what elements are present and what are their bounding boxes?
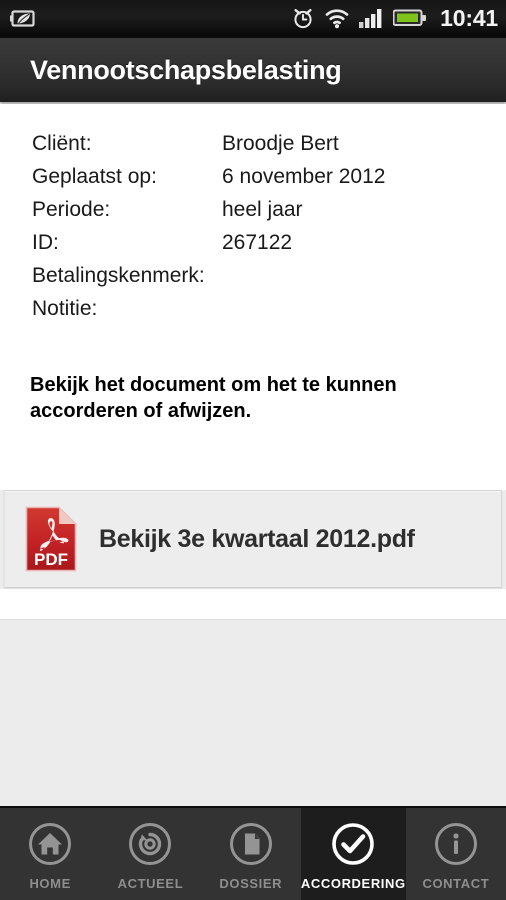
pdf-file-icon: PDF (25, 506, 77, 572)
tab-actueel[interactable]: ACTUEEL (100, 808, 200, 900)
field-value: Broodje Bert (222, 132, 339, 155)
field-row: Periode: heel jaar (32, 198, 506, 231)
home-icon (27, 821, 73, 867)
tab-contact[interactable]: CONTACT (406, 808, 506, 900)
battery-eco-icon (10, 8, 40, 29)
title-bar: Vennootschapsbelasting (0, 36, 506, 102)
content-area: Cliënt: Broodje Bert Geplaatst op: 6 nov… (0, 104, 506, 490)
document-icon (228, 821, 274, 867)
document-row[interactable]: PDF Bekijk 3e kwartaal 2012.pdf (4, 490, 502, 588)
tab-accordering[interactable]: ACCORDERING (300, 808, 406, 900)
field-label: Geplaatst op: (32, 165, 157, 188)
tab-label: CONTACT (422, 876, 490, 891)
phone-screen: 10:41 Vennootschapsbelasting Cliënt: Bro… (0, 0, 506, 900)
page-title: Vennootschapsbelasting (30, 54, 342, 85)
battery-icon (393, 8, 427, 28)
signal-bars-icon (359, 7, 384, 29)
field-label: Betalingskenmerk: (32, 264, 205, 287)
field-row: Cliënt: Broodje Bert (32, 132, 506, 165)
refresh-icon (127, 821, 173, 867)
field-label: Periode: (32, 198, 111, 221)
alarm-clock-icon (291, 6, 315, 30)
detail-fields: Cliënt: Broodje Bert Geplaatst op: 6 nov… (0, 104, 506, 330)
pdf-badge-text: PDF (34, 550, 68, 569)
field-row: ID: 267122 (32, 231, 506, 264)
field-label: Notitie: (32, 297, 98, 320)
field-label: Cliënt: (32, 132, 92, 155)
tab-home[interactable]: HOME (0, 808, 100, 900)
field-value: 6 november 2012 (222, 165, 386, 188)
field-row: Betalingskenmerk: (32, 264, 506, 297)
tab-label: DOSSIER (219, 876, 283, 891)
tab-label: HOME (29, 876, 71, 891)
tab-label: ACCORDERING (300, 876, 406, 891)
field-row: Notitie: (32, 297, 506, 330)
field-row: Geplaatst op: 6 november 2012 (32, 165, 506, 198)
page-background (0, 620, 506, 806)
status-bar: 10:41 (0, 0, 506, 36)
status-time: 10:41 (440, 4, 498, 31)
field-label: ID: (32, 231, 59, 254)
field-value: heel jaar (222, 198, 303, 221)
instruction-text: Bekijk het document om het te kunnen acc… (30, 374, 397, 423)
tab-dossier[interactable]: DOSSIER (201, 808, 301, 900)
tab-label: ACTUEEL (117, 876, 184, 891)
info-icon (433, 821, 479, 867)
bottom-tab-bar: HOME ACTUEEL DOSSIER ACCORDERING CONTACT (0, 806, 506, 900)
document-label: Bekijk 3e kwartaal 2012.pdf (99, 524, 415, 553)
field-value: 267122 (222, 231, 293, 254)
check-circle-icon (330, 821, 376, 867)
list-divider-strip (0, 589, 506, 620)
wifi-icon (324, 7, 350, 29)
